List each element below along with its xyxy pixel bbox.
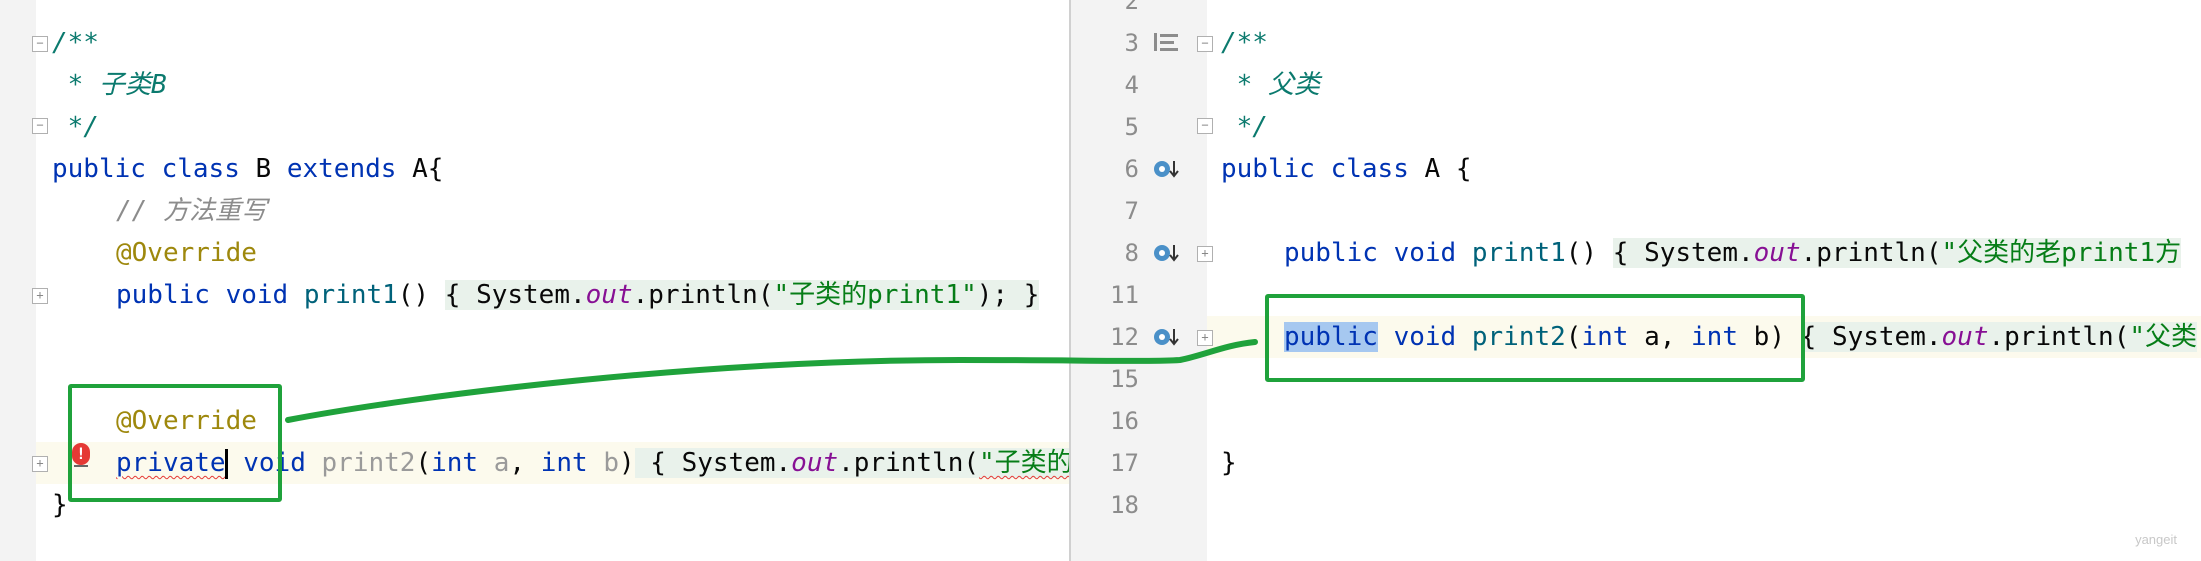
annotation-connector-line — [285, 339, 1258, 423]
watermark: yangeit — [2135, 532, 2177, 547]
